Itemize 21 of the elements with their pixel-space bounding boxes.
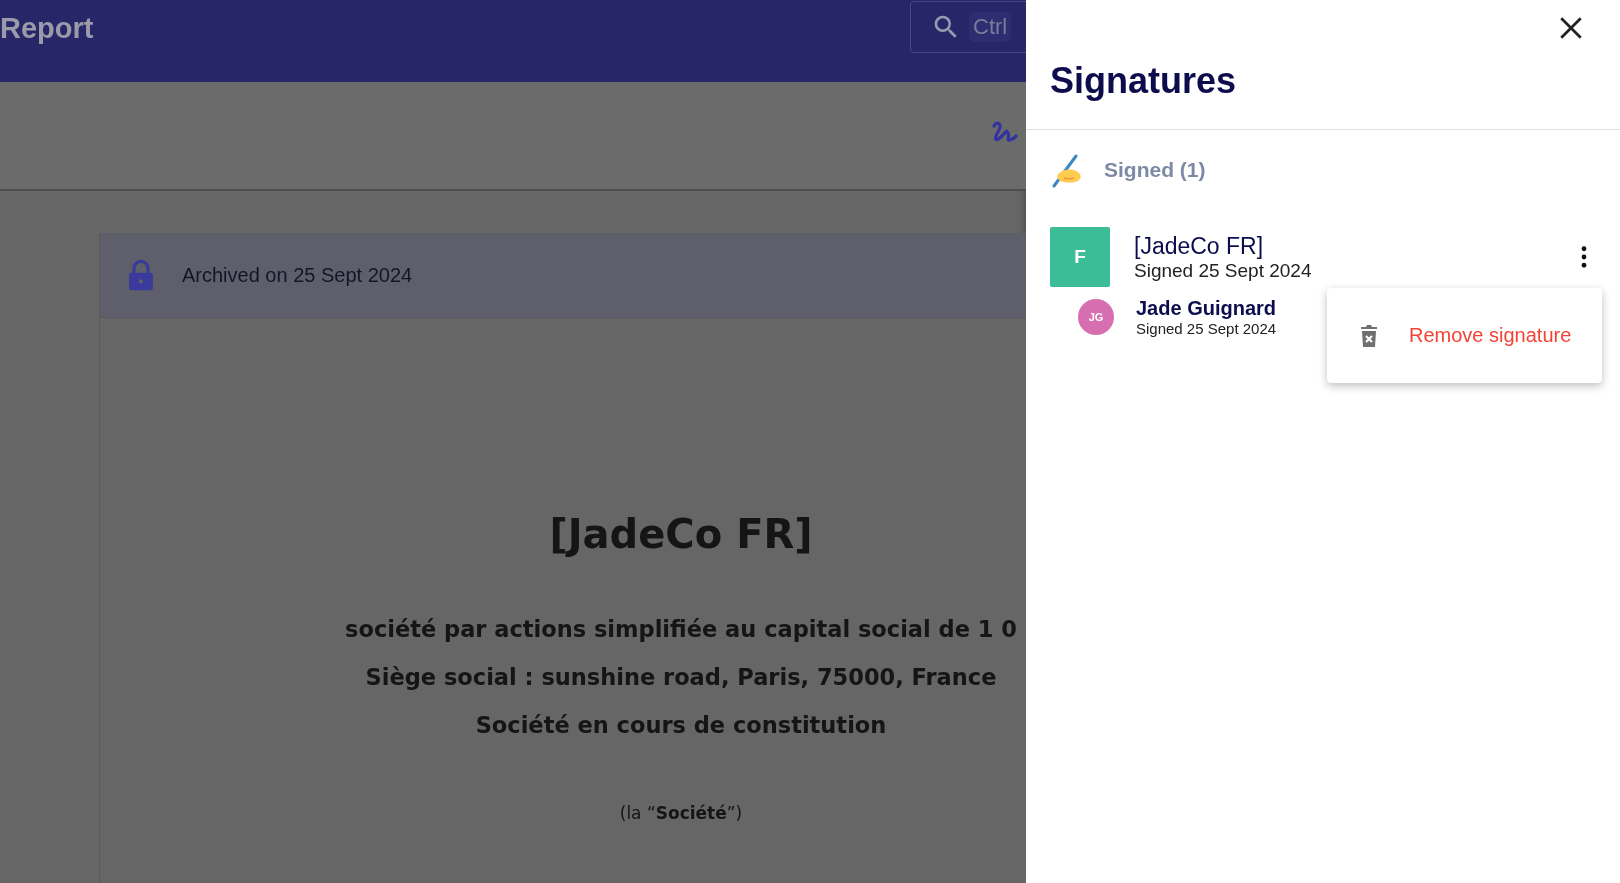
document-line: société par actions simplifiée au capital social de 1 0 [345,615,1017,644]
signer-name: [JadeCo FR] [1134,232,1265,260]
shortcut-hint: Ctrl [969,12,1012,42]
archived-notice: Archived on 25 Sept 2024 [182,263,413,287]
member-name: Jade Guignard [1136,297,1277,320]
panel-title: Signatures [1050,60,1238,102]
company-avatar: F [1050,227,1110,287]
close-icon[interactable] [1558,15,1584,41]
document-line: Société en cours de constitution [475,711,887,740]
lock-icon [128,259,154,291]
delete-icon [1359,322,1379,349]
company-name: [JadeCo FR] [549,511,813,557]
remove-signature-item[interactable]: Remove signature [1327,288,1602,383]
page-title: Report [0,11,94,45]
signed-date: Signed 25 Sept 2024 [1134,259,1313,282]
designation-text: (la “Société”) [619,803,743,823]
section-heading: Signed (1) [1104,158,1206,182]
document-line: Siège social : sunshine road, Paris, 75000, France [365,663,997,692]
person-avatar: JG [1078,299,1114,335]
signed-date: Signed 25 Sept 2024 [1136,320,1277,337]
more-icon [1581,246,1587,268]
